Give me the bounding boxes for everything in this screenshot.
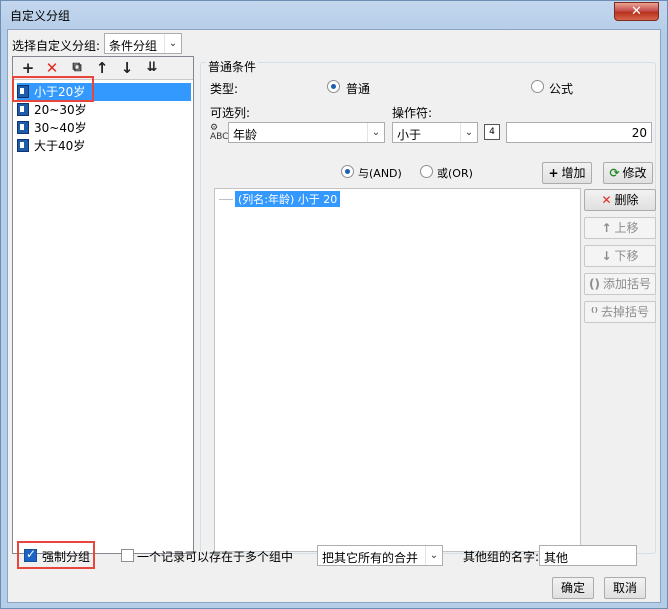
modify-condition-button[interactable]: ⟳ 修改 — [603, 162, 653, 184]
other-name-label: 其他组的名字: — [463, 550, 540, 564]
value-input[interactable]: 20 — [506, 122, 652, 143]
type-label: 类型: — [210, 82, 239, 96]
tree-item-label: 30~40岁 — [34, 121, 87, 135]
add-button-label: 增加 — [561, 166, 586, 180]
tree-item-group-2[interactable]: 20~30岁 — [17, 101, 89, 119]
chevron-down-icon: ⌄ — [164, 34, 181, 53]
arrow-up-icon[interactable]: ↑ — [93, 59, 111, 77]
merge-option-combo[interactable]: 把其它所有的合并 ⌄ — [317, 545, 443, 566]
tree-item-group-3[interactable]: 30~40岁 — [17, 119, 89, 137]
add-bracket-label: 添加括号 — [602, 277, 651, 291]
arrow-down-icon: ↓ — [601, 249, 612, 263]
tree-item-group-4[interactable]: 大于40岁 — [17, 137, 87, 155]
logic-or-label: 或(OR) — [437, 167, 473, 180]
remove-bracket-label: 去掉括号 — [600, 305, 649, 319]
sort-icon[interactable]: ⇊ — [143, 59, 161, 77]
operator-combo[interactable]: 小于 ⌄ — [392, 122, 478, 143]
section-title: 普通条件 — [206, 58, 259, 75]
plus-icon: + — [548, 166, 559, 180]
operator-label: 操作符: — [392, 106, 433, 120]
group-icon — [17, 139, 29, 152]
modify-icon: ⟳ — [609, 166, 620, 180]
group-list-panel: + ✕ ⧉ ↑ ↓ ⇊ 小于20岁 20~30岁 30~40岁 大于40岁 — [12, 56, 194, 554]
abc-column-icon: ⚙ ABC — [210, 123, 229, 142]
chevron-down-icon: ⌄ — [425, 546, 442, 565]
delete-condition-button[interactable]: ✕ 删除 — [584, 189, 656, 211]
red-x-icon[interactable]: ✕ — [43, 59, 61, 77]
multi-group-checkbox[interactable] — [121, 549, 134, 562]
select-group-combo[interactable]: 条件分组 ⌄ — [104, 33, 182, 54]
dialog-window: 自定义分组 ✕ 选择自定义分组: 条件分组 ⌄ + ✕ ⧉ ↑ ↓ ⇊ 小于20… — [0, 0, 668, 609]
operator-value: 小于 — [397, 128, 422, 142]
type-normal-radio[interactable] — [327, 80, 340, 93]
condition-panel: 普通条件 类型: 普通 公式 可选列: 操作符: ⚙ ABC 年龄 ⌄ 小于 ⌄ … — [200, 56, 658, 556]
modify-button-label: 修改 — [622, 166, 647, 180]
group-tree: 小于20岁 20~30岁 30~40岁 大于40岁 — [13, 79, 193, 553]
move-down-label: 下移 — [614, 249, 639, 263]
condition-list-item[interactable]: (列名:年龄) 小于 20 — [235, 191, 341, 207]
move-down-button[interactable]: ↓ 下移 — [584, 245, 656, 267]
column-value: 年龄 — [233, 128, 258, 142]
red-x-icon: ✕ — [601, 193, 612, 207]
type-formula-radio[interactable] — [531, 80, 544, 93]
merge-option-value: 把其它所有的合并 — [322, 551, 419, 565]
type-normal-label: 普通 — [346, 82, 371, 96]
select-group-label: 选择自定义分组: — [12, 39, 101, 53]
add-bracket-button[interactable]: () 添加括号 — [584, 273, 656, 295]
multi-group-label: 一个记录可以存在于多个组中 — [137, 550, 294, 564]
tree-connector — [219, 199, 233, 200]
delete-button-label: 删除 — [614, 193, 639, 207]
move-up-label: 上移 — [614, 221, 639, 235]
cancel-button[interactable]: 取消 — [604, 577, 646, 599]
window-title: 自定义分组 — [10, 9, 71, 23]
ok-button[interactable]: 确定 — [552, 577, 594, 599]
chevron-down-icon: ⌄ — [367, 123, 384, 142]
selection-highlight-box — [12, 76, 94, 102]
bracket-icon: () — [589, 277, 600, 291]
logic-and-label: 与(AND) — [358, 167, 402, 180]
move-up-button[interactable]: ↑ 上移 — [584, 217, 656, 239]
remove-bracket-icon: ⁽⁾ — [591, 305, 598, 319]
other-name-value: 其他 — [544, 551, 569, 565]
group-icon — [17, 121, 29, 134]
remove-bracket-button[interactable]: ⁽⁾ 去掉括号 — [584, 301, 656, 323]
close-button[interactable]: ✕ — [614, 2, 659, 21]
tree-item-label: 大于40岁 — [34, 139, 86, 153]
chevron-down-icon: ⌄ — [460, 123, 477, 142]
add-condition-button[interactable]: + 增加 — [542, 162, 592, 184]
arrow-down-icon[interactable]: ↓ — [118, 59, 136, 77]
title-bar[interactable]: 自定义分组 ✕ — [1, 1, 667, 29]
logic-or-radio[interactable] — [420, 165, 433, 178]
select-group-value: 条件分组 — [109, 39, 158, 53]
column-label: 可选列: — [210, 106, 251, 120]
column-combo[interactable]: 年龄 ⌄ — [228, 122, 385, 143]
plus-icon[interactable]: + — [19, 59, 37, 77]
force-group-highlight-box — [17, 541, 95, 569]
dialog-client: 选择自定义分组: 条件分组 ⌄ + ✕ ⧉ ↑ ↓ ⇊ 小于20岁 20~30岁 — [7, 29, 661, 603]
copy-icon[interactable]: ⧉ — [68, 59, 86, 77]
tree-item-label: 20~30岁 — [34, 103, 87, 117]
condition-list: (列名:年龄) 小于 20 — [214, 188, 581, 552]
value-type-icon[interactable]: 4 — [484, 124, 500, 140]
arrow-up-icon: ↑ — [601, 221, 612, 235]
logic-and-radio[interactable] — [341, 165, 354, 178]
value-text: 20 — [631, 126, 647, 140]
type-formula-label: 公式 — [549, 82, 574, 96]
other-name-input[interactable]: 其他 — [539, 545, 637, 566]
group-icon — [17, 103, 29, 116]
